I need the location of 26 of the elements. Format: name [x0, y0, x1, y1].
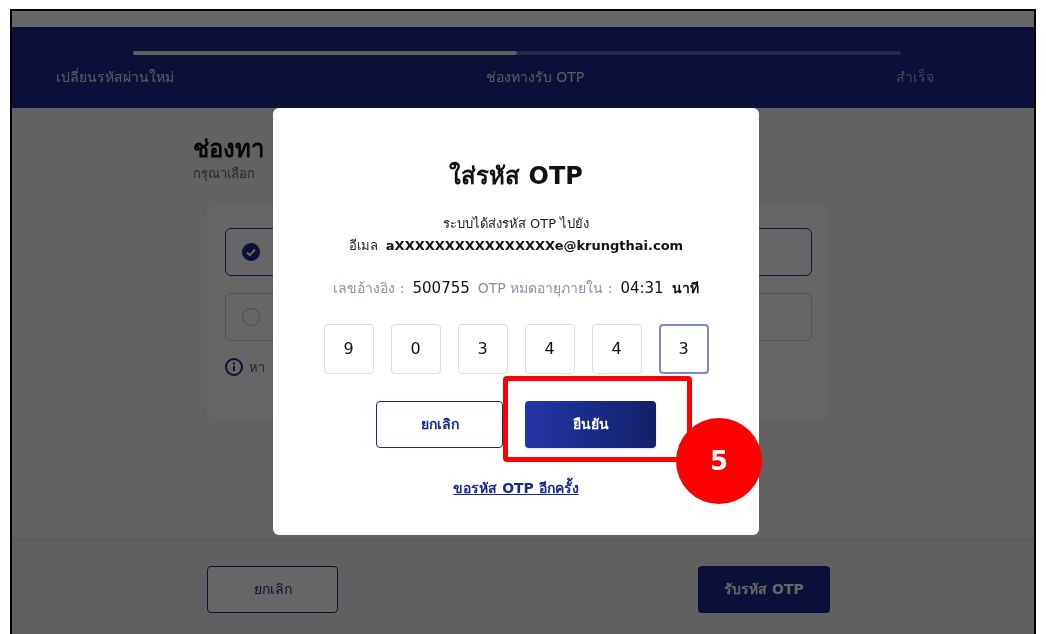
otp-digit-field[interactable]: 9: [323, 323, 374, 374]
otp-digit-field[interactable]: 0: [390, 323, 441, 374]
otp-digit-field[interactable]: 4: [591, 323, 642, 374]
otp-digit-field[interactable]: 3: [457, 323, 508, 374]
step-label: เปลี่ยนรหัสผ่านใหม่: [56, 67, 174, 87]
reference-code: 500755: [412, 278, 470, 299]
expiry-label: OTP หมดอายุภายใน :: [477, 279, 613, 299]
dialog-cancel-button[interactable]: ยกเลิก: [376, 400, 503, 448]
confirm-button[interactable]: ยืนยัน: [525, 400, 656, 448]
step-label: ช่องทางรับ OTP: [485, 68, 585, 87]
otp-digit-field[interactable]: 4: [524, 323, 575, 374]
otp-digit-field[interactable]: 3: [658, 323, 709, 374]
step-label: สำเร็จ: [896, 67, 934, 87]
info-icon: [225, 358, 243, 377]
page-subtitle: กรุณาเลือก: [193, 165, 255, 184]
email-text: aXXXXXXXXXXXXXXXXe@krungthai.com: [385, 236, 684, 255]
expiry-time: 04:31: [620, 278, 664, 299]
email-label: อีเมล: [348, 236, 378, 255]
dialog-title: ใส่รหัส OTP: [449, 160, 583, 192]
resend-otp-link[interactable]: ขอรหัส OTP อีกครั้ง: [453, 477, 579, 499]
info-text: หา: [249, 358, 265, 377]
dialog-message: ระบบได้ส่งรหัส OTP ไปยัง: [442, 215, 590, 233]
expiry-unit: นาที: [671, 279, 699, 298]
checked-radio-icon: [242, 242, 260, 261]
reference-label: เลขอ้างอิง :: [333, 279, 405, 298]
page-heading: ช่องทา: [193, 134, 265, 164]
